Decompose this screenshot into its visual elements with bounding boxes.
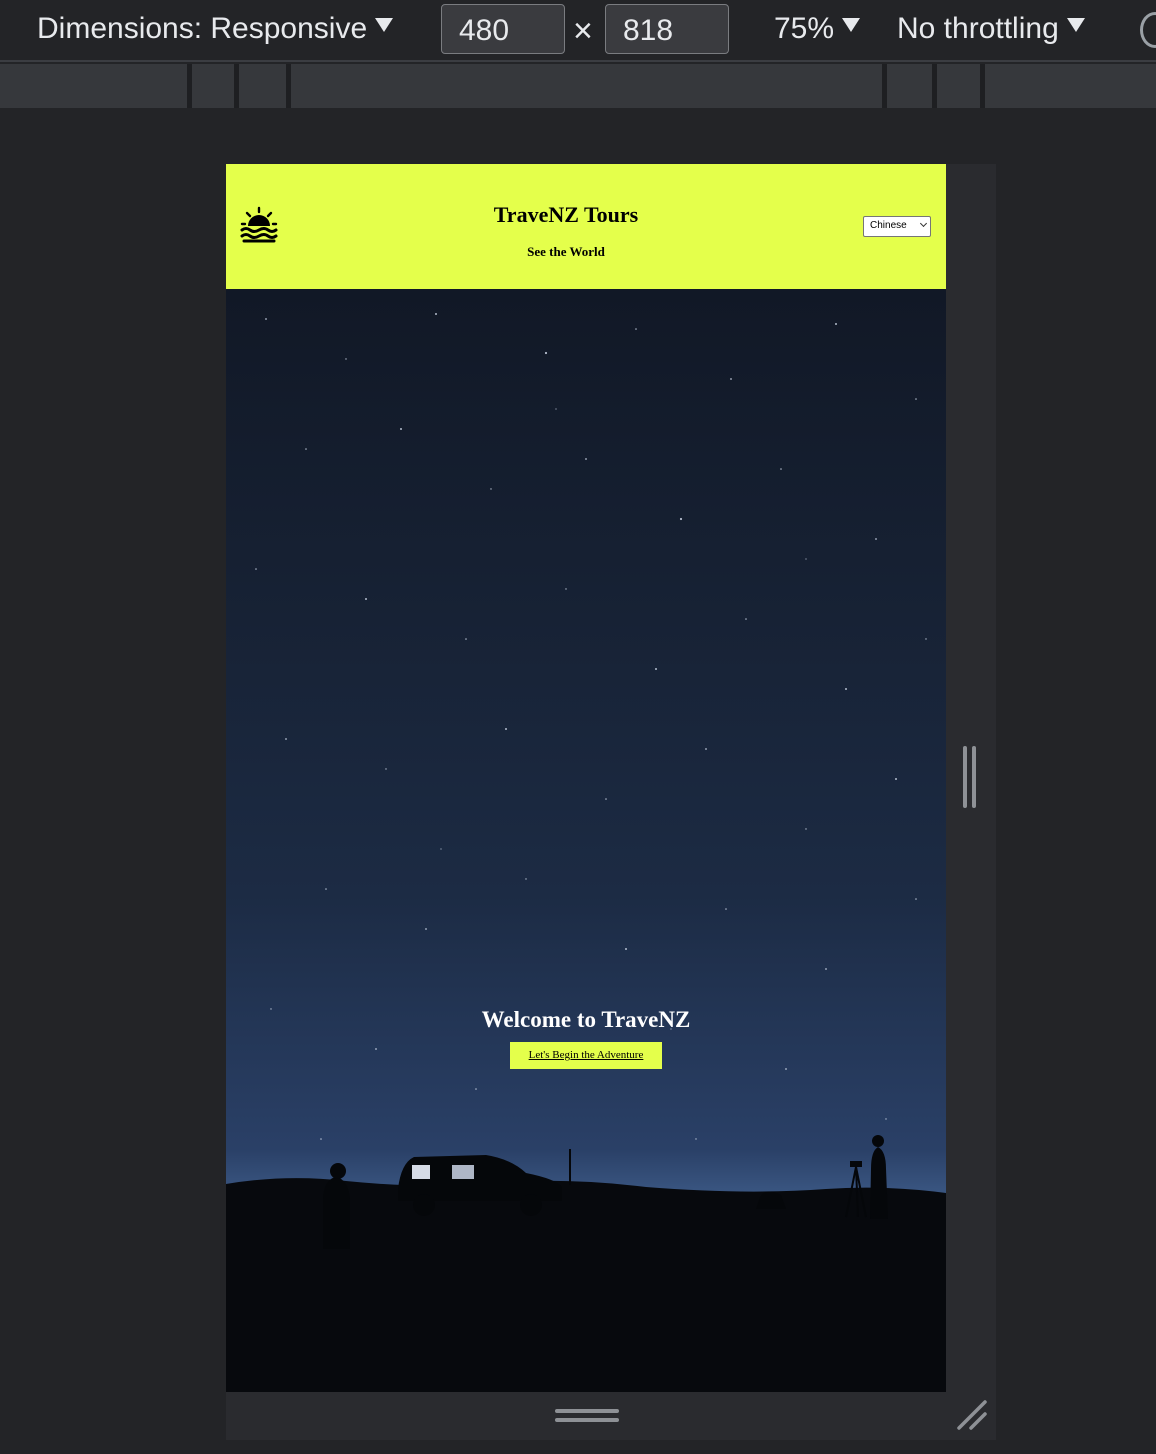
hero-section: Welcome to TraveNZ Let's Begin the Adven… (226, 289, 946, 1392)
ruler-divider (932, 64, 937, 108)
width-input[interactable]: 480 (441, 4, 565, 54)
resize-frame-bottom (226, 1392, 996, 1440)
dimensions-dropdown[interactable]: Dimensions: Responsive (37, 12, 394, 46)
right-resize-handle[interactable] (963, 746, 967, 808)
chevron-down-icon (919, 219, 928, 228)
times-icon: × (573, 12, 593, 50)
bottom-resize-handle[interactable] (555, 1418, 619, 1422)
caret-down-icon (842, 18, 861, 32)
caret-down-icon (1066, 18, 1085, 32)
site-subtitle: See the World (527, 244, 605, 259)
site-title: TraveNZ Tours (493, 202, 639, 227)
ruler-divider (882, 64, 887, 108)
language-selected: Chinese (870, 220, 907, 231)
hero-title: Welcome to TraveNZ (481, 1007, 691, 1032)
throttling-label: No throttling (897, 12, 1059, 45)
corner-resize-icon[interactable] (955, 1398, 989, 1432)
ruler-divider (234, 64, 239, 108)
zoom-label: 75% (774, 12, 835, 45)
zoom-dropdown[interactable]: 75% (774, 12, 861, 46)
site-header: TraveNZ Tours See the World Chinese (226, 164, 946, 289)
devtools-toolbar: Dimensions: Responsive 480 × 818 75% No … (0, 0, 1156, 62)
media-query-bar[interactable] (0, 64, 1156, 108)
device-viewport: TraveNZ Tours See the World Chinese Welc… (226, 164, 946, 1392)
throttling-dropdown[interactable]: No throttling (897, 12, 1085, 46)
ruler-divider (187, 64, 192, 108)
caret-down-icon (375, 18, 394, 32)
language-select[interactable]: Chinese (863, 216, 931, 237)
resize-frame-right (946, 164, 996, 1392)
ruler-divider (980, 64, 985, 108)
dimensions-label: Dimensions: Responsive (37, 12, 368, 45)
begin-adventure-button[interactable]: Let's Begin the Adventure (510, 1042, 662, 1069)
bottom-resize-handle[interactable] (555, 1409, 619, 1413)
night-landscape-silhouette (226, 1135, 946, 1392)
height-input[interactable]: 818 (605, 4, 729, 54)
ruler-divider (286, 64, 291, 108)
right-resize-handle[interactable] (972, 746, 976, 808)
rotate-icon[interactable] (1140, 12, 1156, 48)
